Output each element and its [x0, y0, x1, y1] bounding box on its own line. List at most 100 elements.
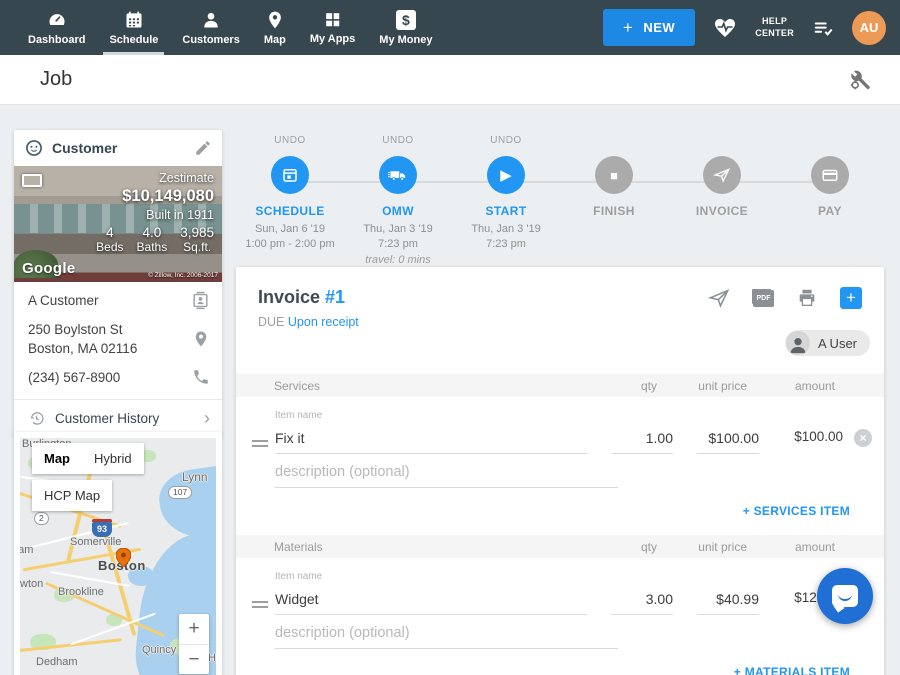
timeline-step-schedule: UNDO SCHEDULE Sun, Jan 6 '19 1:00 pm - 2…: [236, 135, 344, 268]
undo-schedule-link[interactable]: UNDO: [236, 135, 344, 147]
material-name-input[interactable]: [275, 589, 587, 615]
page-title: Job: [40, 68, 72, 91]
map-label-brookline: Brookline: [58, 586, 104, 598]
invoice-number[interactable]: #1: [325, 287, 345, 307]
help-center-link[interactable]: HELP CENTER: [755, 16, 794, 39]
nav-label: Map: [264, 34, 286, 46]
chat-bubble-button[interactable]: [817, 568, 873, 624]
user-avatar[interactable]: AU: [852, 11, 886, 45]
map-type-buttons: Map Hybrid: [32, 443, 144, 474]
assigned-user-name: A User: [818, 336, 857, 351]
add-services-item-link[interactable]: + SERVICES ITEM: [743, 504, 850, 518]
step-label: FINISH: [560, 204, 668, 218]
phone-icon[interactable]: [192, 368, 210, 386]
nav-item-customers[interactable]: Customers: [170, 0, 251, 55]
map-marker-pin[interactable]: [116, 548, 131, 567]
service-unit-price-input[interactable]: [697, 428, 759, 454]
contact-card-icon[interactable]: [191, 291, 210, 310]
location-pin-icon[interactable]: [192, 330, 210, 348]
service-qty-input[interactable]: [611, 428, 673, 454]
edit-pencil-icon[interactable]: [194, 139, 212, 157]
sqft-label: Sq.ft.: [180, 240, 214, 254]
built-year: Built in 1911: [42, 208, 214, 222]
street-view-icon[interactable]: [22, 174, 42, 187]
nav-item-map[interactable]: Map: [252, 0, 298, 55]
job-tools-icon[interactable]: [848, 68, 872, 92]
material-description-input[interactable]: [275, 623, 618, 649]
nav-item-my-money[interactable]: $ My Money: [367, 0, 444, 55]
material-qty-input[interactable]: [611, 589, 673, 615]
qty-column-header: qty: [585, 379, 657, 393]
schedule-step-icon[interactable]: [271, 156, 309, 194]
step-date: Thu, Jan 3 '19: [344, 222, 452, 237]
map-pin-icon: [265, 10, 285, 30]
item-name-label: Item name: [275, 571, 872, 582]
start-play-icon[interactable]: ▶: [487, 156, 525, 194]
remove-item-button[interactable]: ×: [854, 429, 872, 447]
baths-label: Baths: [137, 240, 168, 254]
undo-start-link[interactable]: UNDO: [452, 135, 560, 147]
zoom-out-button[interactable]: −: [179, 644, 209, 674]
apps-grid-icon: [323, 10, 342, 29]
sqft-value: 3,985: [180, 225, 214, 240]
pay-card-icon[interactable]: [811, 156, 849, 194]
print-icon[interactable]: [796, 287, 818, 309]
pdf-icon[interactable]: PDF: [753, 290, 774, 307]
map-card: Burlington Lynn 107 2 93 Somerville ham …: [14, 432, 222, 675]
zestimate-value: $10,149,080: [42, 187, 214, 206]
map-label-lynn: Lynn: [182, 470, 208, 484]
timeline-step-finish: ■ FINISH: [560, 135, 668, 268]
unit-price-column-header: unit price: [657, 540, 747, 554]
add-invoice-button[interactable]: +: [840, 287, 862, 309]
step-time: 7:23 pm: [344, 237, 452, 252]
due-value-link[interactable]: Upon receipt: [288, 315, 359, 329]
service-description-input[interactable]: [275, 462, 618, 488]
drag-handle[interactable]: [252, 440, 268, 447]
step-date: Thu, Jan 3 '19: [452, 222, 560, 237]
map-type-hybrid-button[interactable]: Hybrid: [82, 443, 144, 474]
beds-label: Beds: [96, 240, 123, 254]
finish-stop-icon[interactable]: ■: [595, 156, 633, 194]
play-glyph: ▶: [500, 168, 512, 183]
qty-column-header: qty: [585, 540, 657, 554]
service-name-input[interactable]: [275, 428, 587, 454]
stop-glyph: ■: [610, 169, 618, 182]
map-type-map-button[interactable]: Map: [32, 443, 82, 474]
map-canvas[interactable]: Burlington Lynn 107 2 93 Somerville ham …: [20, 438, 216, 675]
activity-feed-icon[interactable]: [811, 17, 835, 39]
materials-header-row: Materials qty unit price amount: [236, 535, 884, 558]
new-button[interactable]: + NEW: [603, 9, 695, 46]
hcp-map-button[interactable]: HCP Map: [32, 480, 112, 511]
services-header-row: Services qty unit price amount: [236, 374, 884, 397]
add-materials-item-link[interactable]: + MATERIALS ITEM: [734, 665, 850, 675]
invoice-send-icon[interactable]: [703, 156, 741, 194]
invoice-title: Invoice: [258, 287, 320, 307]
drag-handle[interactable]: [252, 601, 268, 608]
step-date: Sun, Jan 6 '19: [236, 222, 344, 237]
timeline-step-start: UNDO ▶ START Thu, Jan 3 '19 7:23 pm: [452, 135, 560, 268]
service-amount: $100.00: [759, 429, 843, 453]
baths-value: 4.0: [137, 225, 168, 240]
nav-item-dashboard[interactable]: Dashboard: [16, 0, 97, 55]
nav-label: Customers: [182, 34, 239, 46]
zoom-in-button[interactable]: +: [179, 614, 209, 644]
customer-card: Customer Zestimate $10,149,080 Built in …: [14, 130, 222, 436]
address-line2: Boston, MA 02116: [28, 341, 137, 356]
omw-truck-icon[interactable]: [379, 156, 417, 194]
assigned-user-pill[interactable]: A User: [785, 330, 870, 356]
step-label: INVOICE: [668, 204, 776, 218]
heart-pulse-icon[interactable]: [712, 16, 738, 40]
nav-item-schedule[interactable]: Schedule: [97, 0, 170, 55]
undo-omw-link[interactable]: UNDO: [344, 135, 452, 147]
map-label-dedham: Dedham: [36, 656, 78, 668]
material-unit-price-input[interactable]: [697, 589, 759, 615]
address-line1: 250 Boylston St: [28, 322, 123, 337]
material-item-row: Item name $122.97: [236, 558, 884, 649]
help-line-1: HELP: [755, 16, 794, 27]
customer-history-row[interactable]: Customer History ›: [14, 400, 222, 436]
step-label: SCHEDULE: [236, 204, 344, 218]
send-invoice-icon[interactable]: [707, 287, 731, 309]
map-label-hingham: Hi: [208, 652, 216, 664]
nav-item-my-apps[interactable]: My Apps: [298, 0, 367, 55]
step-label: START: [452, 204, 560, 218]
